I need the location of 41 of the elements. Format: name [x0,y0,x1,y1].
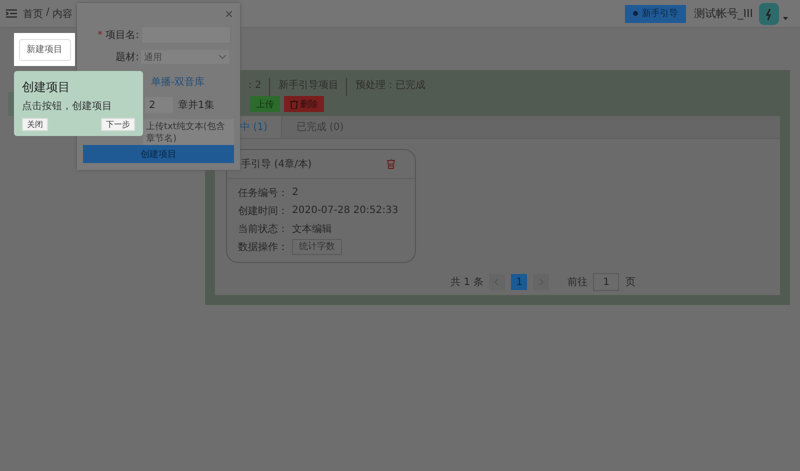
voice-link[interactable]: 单播-双音库 [151,75,205,89]
new-project-button[interactable]: 新建项目 [18,38,70,60]
caret-icon[interactable] [783,17,788,20]
number-field[interactable]: 2 [145,97,173,113]
chevron-down-icon [219,55,226,59]
popover-button[interactable]: 下一步 [101,118,135,131]
avatar-icon[interactable] [759,2,779,24]
field-value: 2 [292,187,298,198]
close-icon[interactable] [226,11,232,17]
field-label: 数据操作： [238,240,288,254]
action-button[interactable]: 删除 [284,96,324,112]
breadcrumb-item[interactable]: 首页 [23,6,43,20]
trash-icon[interactable] [387,159,395,169]
total-count: 共 1 条 [450,276,484,289]
breadcrumb-item: / [46,6,50,20]
popover-title: 创建项目 [22,79,71,96]
create-button[interactable]: 创建项目 [83,145,234,163]
field-suffix: 章并1集 [178,98,214,112]
popover-button[interactable]: 关闭 [22,118,48,131]
page-unit: 页 [625,276,636,289]
field-label: 题材: [114,50,140,64]
field-value: 2020-07-28 20:52:33 [292,205,398,216]
genre-select[interactable]: 通用 [141,50,229,64]
field-label: 当前状态： [238,222,288,236]
action-button[interactable]: 上传 [250,96,280,112]
field-label: 任务编号： [238,186,288,200]
count-button[interactable]: 统计字数 [292,238,342,254]
page-input[interactable]: 1 [593,273,620,291]
card-title: 手引导 (4章/本) [241,158,312,171]
breadcrumb-item: 内容 [52,8,72,20]
trash-icon [290,100,298,108]
menu-icon[interactable] [6,9,17,18]
field-label: * 项目名: [96,29,140,42]
goto-label: 前往 [567,276,588,289]
guide-button[interactable]: 新手引导 [624,4,686,22]
upload-field[interactable]: 上传txt纯文本(包含章节名) [143,119,234,147]
account-name[interactable]: 测试帐号_III [694,6,753,21]
page-button[interactable]: 1 [511,274,528,290]
field-label: 创建时间： [238,204,288,218]
popover-text: 点击按钮，创建项目 [22,100,113,113]
field-value: 文本编辑 [292,222,332,236]
